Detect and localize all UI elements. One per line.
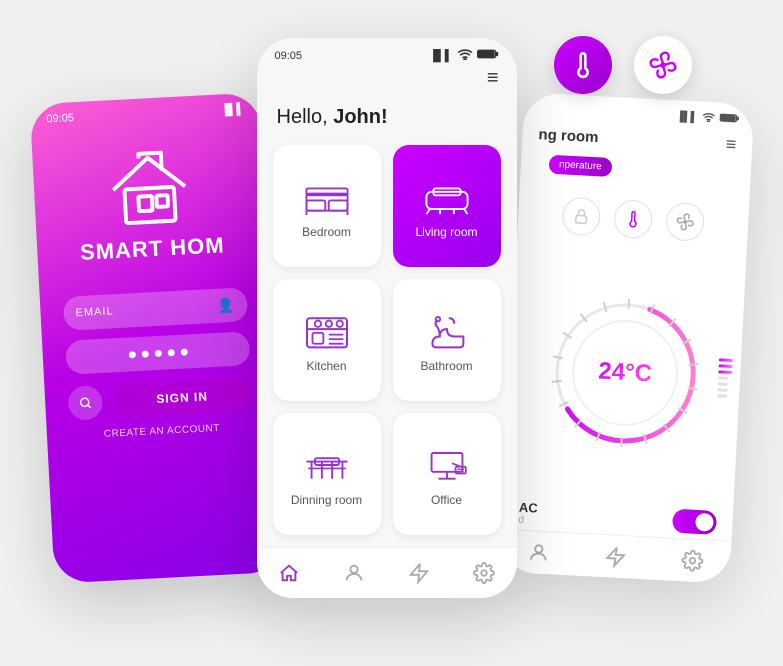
room-card-bathroom[interactable]: Bathroom bbox=[393, 279, 501, 401]
signal-left: ▐▌▌ bbox=[220, 103, 244, 116]
float-fan-icon[interactable] bbox=[634, 36, 692, 94]
bedroom-label: Bedroom bbox=[302, 225, 351, 239]
dot2 bbox=[141, 350, 148, 357]
living-room-icon bbox=[423, 177, 471, 217]
bottom-nav-center bbox=[257, 547, 517, 598]
room-card-kitchen[interactable]: Kitchen bbox=[273, 279, 381, 401]
thermometer-control[interactable] bbox=[613, 199, 653, 239]
time-left: 09:05 bbox=[46, 112, 74, 125]
nav-profile-right[interactable] bbox=[527, 541, 550, 564]
status-bar-left: 09:05 ▐▌▌ bbox=[29, 92, 260, 126]
search-icon-circle[interactable] bbox=[67, 385, 103, 421]
room-card-living-room[interactable]: Living room bbox=[393, 145, 501, 267]
dinning-room-label: Dinning room bbox=[291, 493, 362, 507]
menu-icon-center[interactable]: ≡ bbox=[487, 67, 499, 90]
screens-container: 09:05 ▐▌▌ SMART HOM EMAIL 👤 bbox=[12, 18, 772, 648]
time-center: 09:05 bbox=[275, 50, 303, 62]
dot1 bbox=[128, 351, 135, 358]
status-bar-center: 09:05 ▐▌▌ bbox=[257, 38, 517, 67]
room-title-right: ng room bbox=[538, 126, 599, 146]
temp-phone: ▐▌▌ ng room ≡ npera bbox=[499, 92, 754, 583]
nav-home[interactable] bbox=[278, 562, 300, 584]
login-phone: 09:05 ▐▌▌ SMART HOM EMAIL 👤 bbox=[29, 92, 284, 583]
fan-control[interactable] bbox=[665, 202, 705, 242]
login-form: EMAIL 👤 bbox=[62, 287, 250, 375]
password-field[interactable] bbox=[65, 331, 251, 375]
gauge-ring[interactable]: 24°C bbox=[541, 288, 709, 456]
ac-label: AC bbox=[518, 500, 538, 516]
float-thermometer-icon[interactable] bbox=[554, 36, 612, 94]
ac-toggle[interactable] bbox=[671, 509, 716, 535]
room-card-bedroom[interactable]: Bedroom bbox=[273, 145, 381, 267]
nav-profile[interactable] bbox=[343, 562, 365, 584]
kitchen-icon bbox=[303, 311, 351, 351]
signin-button[interactable]: SIGN IN bbox=[111, 377, 253, 418]
email-field[interactable]: EMAIL 👤 bbox=[62, 287, 248, 331]
nav-activity[interactable] bbox=[408, 562, 430, 584]
create-account-label[interactable]: CREATE AN ACCOUNT bbox=[103, 423, 220, 440]
office-icon bbox=[423, 445, 471, 485]
temp-gauge-area: 24°C bbox=[503, 240, 746, 505]
bedroom-icon bbox=[303, 177, 351, 217]
greeting: Hello, John! bbox=[257, 98, 517, 145]
status-icons-center: ▐▌▌ bbox=[429, 48, 498, 63]
bathroom-icon bbox=[423, 311, 471, 351]
signal-icon: ▐▌▌ bbox=[429, 50, 452, 62]
dot4 bbox=[167, 349, 174, 356]
toggle-knob bbox=[695, 513, 714, 532]
action-row: SIGN IN bbox=[67, 377, 253, 421]
dot5 bbox=[180, 348, 187, 355]
house-icon bbox=[102, 146, 196, 231]
room-card-office[interactable]: Office bbox=[393, 413, 501, 535]
signal-right: ▐▌▌ bbox=[676, 111, 698, 123]
dinning-room-icon bbox=[303, 445, 351, 485]
nav-settings-right[interactable] bbox=[680, 549, 703, 572]
battery-right bbox=[719, 113, 740, 127]
kitchen-label: Kitchen bbox=[306, 359, 346, 373]
battery-icon bbox=[477, 48, 499, 63]
temp-tab[interactable]: nperature bbox=[548, 155, 612, 177]
office-label: Office bbox=[431, 493, 462, 507]
user-icon: 👤 bbox=[216, 296, 235, 314]
top-bar-center: ≡ bbox=[257, 67, 517, 98]
rooms-grid: Bedroom Living room bbox=[257, 145, 517, 535]
bathroom-label: Bathroom bbox=[420, 359, 472, 373]
brand-text: SMART HOM bbox=[79, 232, 225, 266]
ac-sub: d bbox=[518, 515, 537, 527]
lock-control[interactable] bbox=[561, 196, 601, 236]
living-room-label: Living room bbox=[415, 225, 477, 239]
wifi-icon bbox=[457, 48, 473, 63]
nav-activity-right[interactable] bbox=[603, 545, 626, 568]
main-phone: 09:05 ▐▌▌ bbox=[257, 38, 517, 598]
gauge-center: 24°C bbox=[597, 357, 652, 388]
room-card-dinning-room[interactable]: Dinning room bbox=[273, 413, 381, 535]
nav-settings[interactable] bbox=[473, 562, 495, 584]
temperature-value: 24°C bbox=[597, 357, 652, 388]
side-ticks bbox=[717, 358, 733, 398]
menu-icon-right[interactable]: ≡ bbox=[725, 134, 737, 156]
wifi-right bbox=[701, 112, 716, 126]
dot3 bbox=[154, 349, 161, 356]
ac-info: AC d bbox=[518, 500, 538, 527]
